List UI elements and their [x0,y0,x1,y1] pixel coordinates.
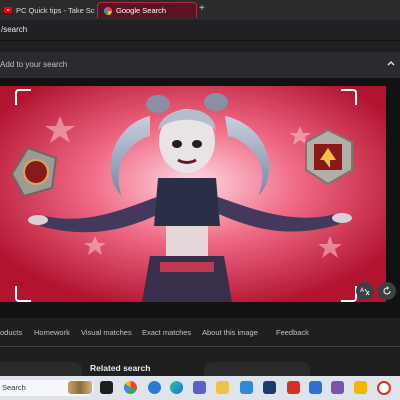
tab-label: PC Quick tips - Take Scre [16,5,95,15]
word-icon[interactable] [263,381,276,394]
searched-image[interactable] [0,86,386,302]
related-card-right[interactable] [204,362,310,376]
tab-visual-matches[interactable]: Visual matches [81,328,132,337]
svg-text:A: A [360,287,365,294]
task-view-icon[interactable] [100,381,113,394]
related-card-left[interactable] [0,362,82,376]
calculator-icon[interactable] [309,381,322,394]
edge-icon[interactable] [170,381,183,394]
crop-handle-bottom-left[interactable] [15,286,31,302]
lens-search-bar[interactable]: Add to your search [0,52,400,78]
translate-icon: A [360,287,370,296]
related-search-heading: Related search [90,363,151,373]
url-text: /search [1,25,28,34]
tab-label: Google Search [116,6,167,15]
widgets-icon[interactable] [148,381,161,394]
crop-handle-top-left[interactable] [15,89,31,105]
taskbar-search-label: Search [2,383,26,392]
youtube-icon [4,7,12,13]
tab-google-search[interactable]: Google Search [97,2,197,18]
new-tab-button[interactable]: + [199,3,205,15]
add-to-search-input[interactable]: Add to your search [0,60,67,69]
file-explorer-icon[interactable] [216,381,229,394]
tab-products[interactable]: oducts [0,328,22,337]
windows-taskbar: Search [0,376,400,400]
tab-pc-quick-tips[interactable]: PC Quick tips - Take Scre [0,2,95,18]
pinned-app-icon[interactable] [354,381,367,394]
opera-icon[interactable] [377,381,391,395]
photos-icon[interactable] [331,381,344,394]
results-tabs: oducts Homework Visual matches Exact mat… [0,318,400,347]
rotate-button[interactable] [378,282,396,300]
tab-homework[interactable]: Homework [34,328,70,337]
chevron-up-icon[interactable] [386,58,396,68]
tab-about-this-image[interactable]: About this image [202,328,258,337]
crop-handle-bottom-right[interactable] [341,286,357,302]
browser-tab-strip: PC Quick tips - Take Scre Google Search … [0,0,400,20]
rotate-icon [383,286,391,295]
address-bar[interactable]: /search [0,20,400,41]
crop-handle-top-right[interactable] [341,89,357,105]
tab-exact-matches[interactable]: Exact matches [142,328,191,337]
mcafee-icon[interactable] [287,381,300,394]
store-icon[interactable] [240,381,253,394]
copilot-icon[interactable] [124,381,137,394]
translate-button[interactable]: A [356,282,374,300]
google-icon [104,6,112,15]
tab-feedback[interactable]: Feedback [276,328,309,337]
search-highlight-image [68,381,92,394]
teams-icon[interactable] [193,381,206,394]
